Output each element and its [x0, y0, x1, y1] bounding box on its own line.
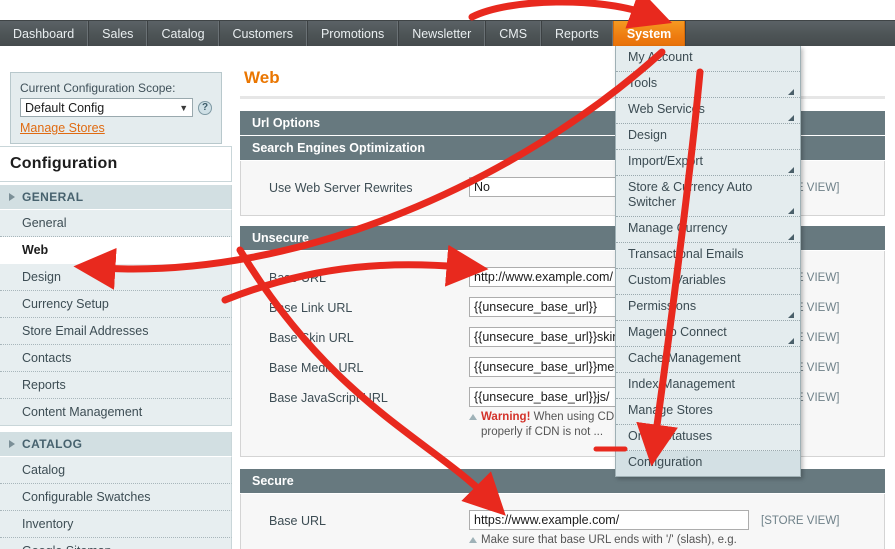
menu-item-configuration[interactable]: Configuration [616, 451, 800, 476]
nav-item-system[interactable]: System [612, 21, 686, 46]
submenu-arrow-icon [788, 338, 794, 344]
menu-item-my-account[interactable]: My Account [616, 46, 800, 72]
main-navigation-bar: Dashboard Sales Catalog Customers Promot… [0, 20, 895, 46]
scope-row: Default Config ▼ ? [20, 98, 212, 117]
submenu-arrow-icon [788, 234, 794, 240]
menu-item-web-services[interactable]: Web Services [616, 98, 800, 124]
note-bullet-icon [469, 414, 477, 420]
arrow-to-system-tab [468, 0, 673, 29]
sidebar-item-catalog[interactable]: Catalog [0, 457, 232, 484]
system-dropdown-menu: My Account Tools Web Services Design Imp… [615, 46, 801, 477]
menu-item-custom-variables[interactable]: Custom Variables [616, 269, 800, 295]
field-label-base-javascript-url: Base JavaScript URL [269, 391, 388, 405]
sidebar-item-reports[interactable]: Reports [0, 372, 232, 399]
menu-item-label: Custom Variables [628, 273, 726, 287]
scope-select-value: Default Config [25, 100, 105, 115]
menu-item-label: My Account [628, 50, 693, 64]
nav-item-sales[interactable]: Sales [88, 21, 148, 46]
menu-item-label: Index Management [628, 377, 736, 391]
sidebar-item-inventory[interactable]: Inventory [0, 511, 232, 538]
menu-item-permissions[interactable]: Permissions [616, 295, 800, 321]
menu-item-label: Design [628, 128, 667, 142]
note-bullet-icon [469, 537, 477, 543]
nav-item-promotions[interactable]: Promotions [306, 21, 399, 46]
menu-item-label: Transactional Emails [628, 247, 744, 261]
nav-spacer [685, 21, 895, 46]
field-note-base-url-secure: Make sure that base URL ends with '/' (s… [469, 533, 811, 549]
sidebar-item-contacts[interactable]: Contacts [0, 345, 232, 372]
menu-item-label: Tools [628, 76, 658, 90]
form-row: Base URL Make sure that base URL ends wi… [241, 506, 884, 549]
field-label-base-media-url: Base Media URL [269, 361, 364, 375]
field-label-base-skin-url: Base Skin URL [269, 331, 354, 345]
nav-item-dashboard[interactable]: Dashboard [0, 21, 89, 46]
field-control: Make sure that base URL ends with '/' (s… [469, 510, 749, 549]
menu-item-label: Order Statuses [628, 429, 713, 443]
sidebar-item-content-management[interactable]: Content Management [0, 399, 232, 426]
field-label-base-link-url: Base Link URL [269, 301, 353, 315]
magento-admin-screen: Dashboard Sales Catalog Customers Promot… [0, 0, 895, 549]
menu-item-manage-currency[interactable]: Manage Currency [616, 217, 800, 243]
nav-item-cms[interactable]: CMS [485, 21, 542, 46]
sidebar-item-configurable-swatches[interactable]: Configurable Swatches [0, 484, 232, 511]
submenu-arrow-icon [788, 312, 794, 318]
nav-item-customers[interactable]: Customers [218, 21, 307, 46]
menu-item-label: Magento Connect [628, 325, 727, 339]
submenu-arrow-icon [788, 208, 794, 214]
menu-item-order-statuses[interactable]: Order Statuses [616, 425, 800, 451]
menu-item-import-export[interactable]: Import/Export [616, 150, 800, 176]
configuration-scope-panel: Current Configuration Scope: Default Con… [10, 72, 222, 144]
menu-item-magento-connect[interactable]: Magento Connect [616, 321, 800, 347]
sidebar-item-store-email-addresses[interactable]: Store Email Addresses [0, 318, 232, 345]
menu-item-cache-management[interactable]: Cache Management [616, 347, 800, 373]
menu-item-transactional-emails[interactable]: Transactional Emails [616, 243, 800, 269]
menu-item-label: Configuration [628, 455, 703, 469]
configuration-title-box: Configuration [0, 146, 232, 182]
nav-item-reports[interactable]: Reports [541, 21, 613, 46]
sidebar-group-label: GENERAL [22, 190, 84, 204]
help-icon[interactable]: ? [198, 100, 212, 115]
menu-item-label: Store & Currency Auto Switcher [628, 180, 753, 209]
submenu-arrow-icon [788, 115, 794, 121]
sidebar-group-catalog[interactable]: CATALOG [0, 432, 232, 457]
menu-item-tools[interactable]: Tools [616, 72, 800, 98]
menu-item-manage-stores[interactable]: Manage Stores [616, 399, 800, 425]
sidebar-item-web[interactable]: Web [0, 237, 232, 264]
page-section-title: Configuration [10, 155, 118, 172]
menu-item-label: Manage Currency [628, 221, 728, 235]
menu-item-label: Web Services [628, 102, 705, 116]
configuration-sidebar-nav: GENERAL General Web Design Currency Setu… [0, 185, 232, 549]
sidebar-item-currency-setup[interactable]: Currency Setup [0, 291, 232, 318]
menu-item-design[interactable]: Design [616, 124, 800, 150]
sidebar-group-label: CATALOG [22, 437, 83, 451]
sidebar-item-google-sitemap[interactable]: Google Sitemap [0, 538, 232, 549]
sidebar-group-general[interactable]: GENERAL [0, 185, 232, 210]
menu-item-label: Cache Management [628, 351, 741, 365]
note-text: Make sure that base URL ends with '/' (s… [481, 534, 737, 546]
menu-item-index-management[interactable]: Index Management [616, 373, 800, 399]
chevron-down-icon: ▼ [179, 102, 189, 113]
section-body-secure: Base URL Make sure that base URL ends wi… [240, 494, 885, 549]
menu-item-label: Manage Stores [628, 403, 713, 417]
menu-item-label: Permissions [628, 299, 697, 313]
field-label-use-web-server-rewrites: Use Web Server Rewrites [269, 181, 413, 195]
sidebar-item-design[interactable]: Design [0, 264, 232, 291]
menu-item-store-currency-auto-switcher[interactable]: Store & Currency Auto Switcher [616, 176, 800, 217]
scope-label: Current Configuration Scope: [20, 81, 176, 95]
menu-item-label: Import/Export [628, 154, 704, 168]
field-label-base-url-unsecure: Base URL [269, 271, 326, 285]
input-base-url-secure[interactable] [469, 510, 749, 530]
manage-stores-link[interactable]: Manage Stores [20, 121, 105, 135]
field-scope-label: [STORE VIEW] [761, 515, 840, 527]
warning-label: Warning! [481, 411, 531, 423]
field-label-base-url-secure: Base URL [269, 514, 326, 528]
nav-item-catalog[interactable]: Catalog [147, 21, 219, 46]
triangle-right-icon [9, 440, 15, 448]
scope-select[interactable]: Default Config ▼ [20, 98, 194, 117]
nav-item-newsletter[interactable]: Newsletter [398, 21, 486, 46]
submenu-arrow-icon [788, 89, 794, 95]
sidebar-item-general[interactable]: General [0, 210, 232, 237]
triangle-right-icon [9, 193, 15, 201]
submenu-arrow-icon [788, 167, 794, 173]
